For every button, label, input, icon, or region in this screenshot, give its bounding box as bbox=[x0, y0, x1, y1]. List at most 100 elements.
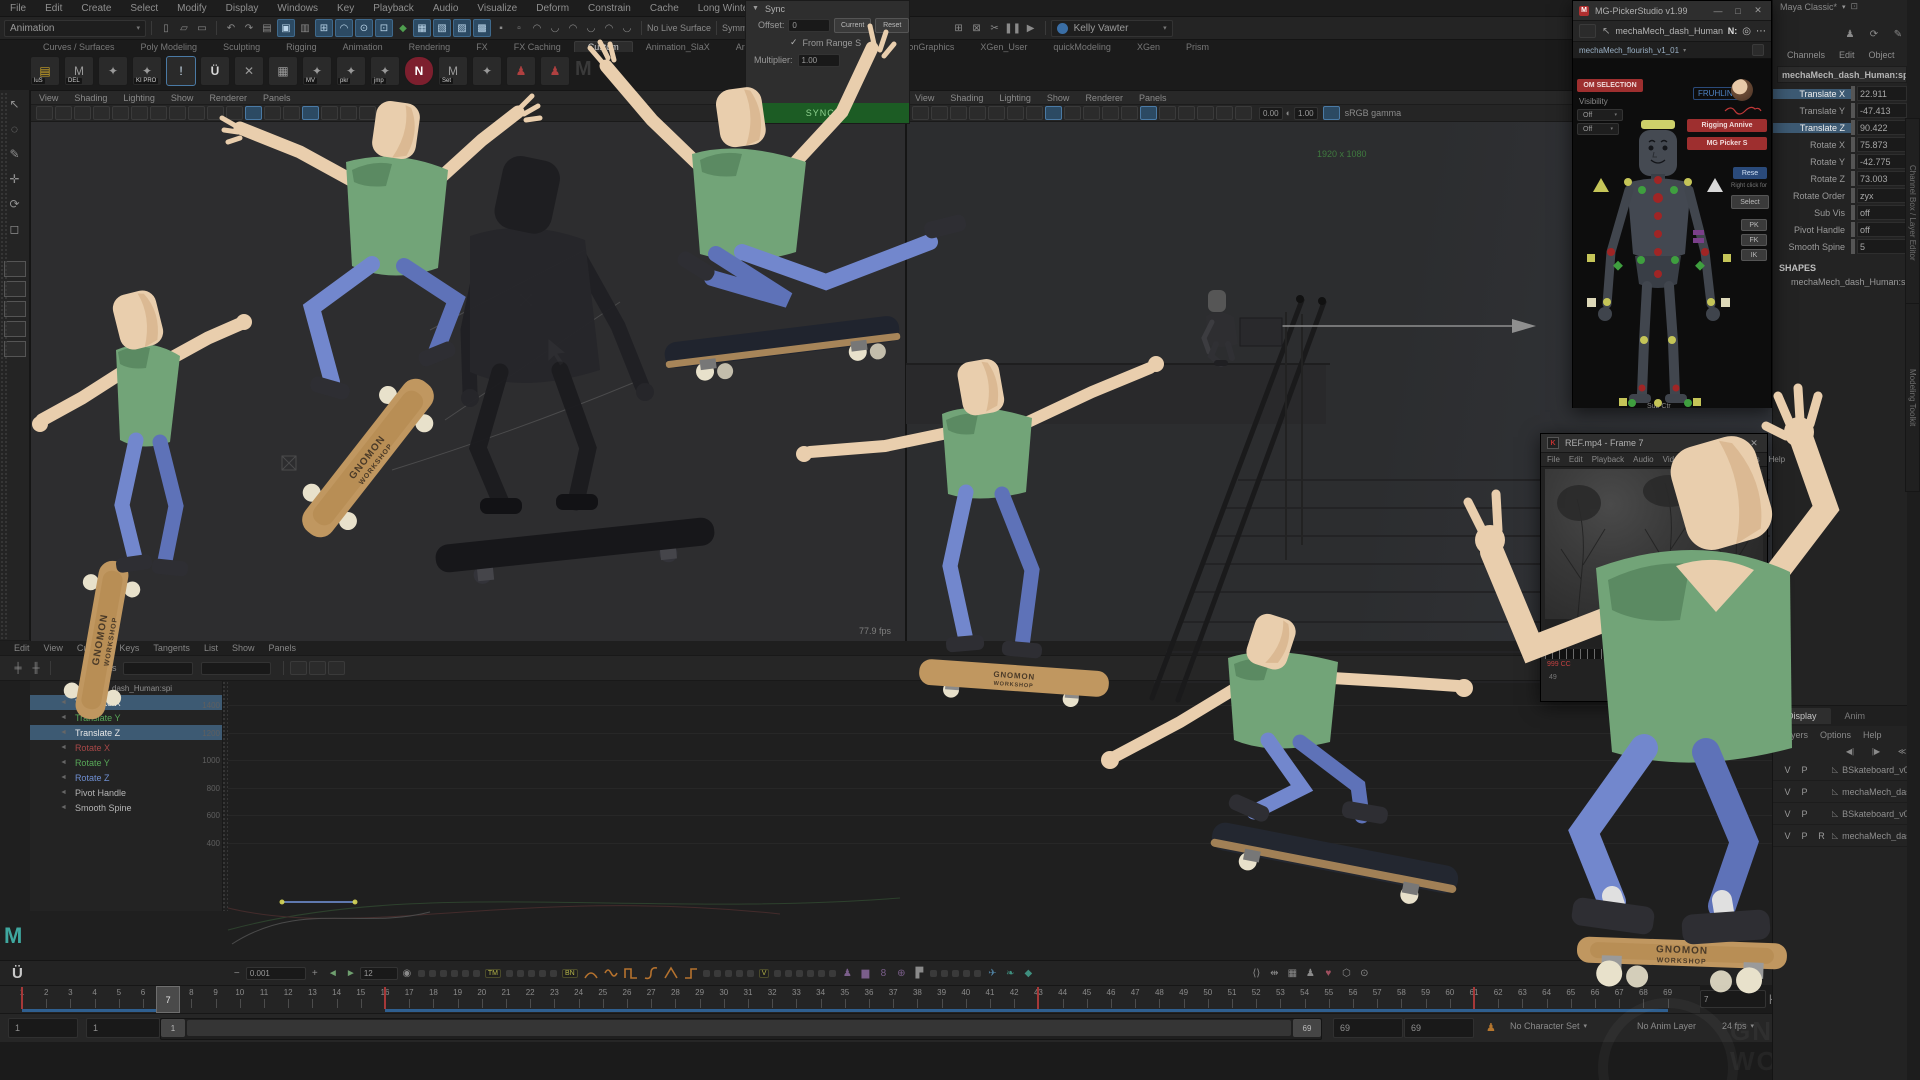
menu-item[interactable]: Create bbox=[81, 3, 111, 14]
shelf-button[interactable]: ▤ luS bbox=[30, 56, 60, 86]
animbot-icon[interactable] bbox=[418, 970, 425, 977]
channel-box-menu-item[interactable]: Channels bbox=[1787, 50, 1825, 60]
pdplayer-menu-item[interactable]: Bookmarks bbox=[1692, 455, 1732, 464]
shelf-tab[interactable]: Poly Modeling bbox=[128, 42, 211, 52]
channel-row[interactable]: Rotate Z 73.003 bbox=[1773, 170, 1907, 187]
graph-editor-menu-item[interactable]: List bbox=[204, 643, 218, 653]
range-start-handle[interactable]: 1 bbox=[161, 1019, 185, 1037]
isolate-icon[interactable]: ⊠ bbox=[969, 20, 985, 36]
shelf-button[interactable]: ✦ bbox=[472, 56, 502, 86]
status-icon[interactable]: ▤ bbox=[259, 20, 275, 36]
shelf-button[interactable]: ♟ bbox=[506, 56, 536, 86]
viewport-persp[interactable]: ViewShadingLightingShowRendererPanels 77… bbox=[30, 90, 906, 643]
animbot-icon[interactable] bbox=[747, 970, 754, 977]
layer-playback-toggle[interactable]: P bbox=[1798, 787, 1811, 797]
status-icon[interactable]: ↶ bbox=[223, 20, 239, 36]
reorder-icon[interactable]: ⟳ bbox=[1866, 26, 1882, 42]
picker-more-icon[interactable]: ⋯ bbox=[1756, 26, 1766, 37]
animbot-icon[interactable] bbox=[963, 970, 970, 977]
center-view-icon[interactable] bbox=[328, 661, 345, 675]
channel-value-field[interactable]: zyx bbox=[1857, 188, 1907, 203]
shelf-button[interactable]: ✦ MV bbox=[302, 56, 332, 86]
viewport-tool-icon[interactable] bbox=[950, 106, 967, 120]
viewport-menu-item[interactable]: View bbox=[915, 93, 934, 103]
viewport-tool-icon[interactable] bbox=[283, 106, 300, 120]
offset-field[interactable]: 0 bbox=[788, 19, 830, 32]
shelf-button[interactable]: ✦ KI PRO bbox=[132, 56, 162, 86]
graph-editor-menu-item[interactable]: Curves bbox=[77, 643, 106, 653]
shelf-tab[interactable]: Rendering bbox=[396, 42, 464, 52]
status-icon[interactable]: ⊞ bbox=[315, 19, 333, 37]
status-icon[interactable]: ◠ bbox=[565, 20, 581, 36]
animbot-icon[interactable] bbox=[539, 970, 546, 977]
channel-row[interactable]: Translate Z 90.422 bbox=[1773, 119, 1907, 136]
shelf-button[interactable]: ✦ pkr bbox=[336, 56, 366, 86]
viewport-menu-item[interactable]: Renderer bbox=[209, 93, 247, 103]
viewport-tool-icon[interactable] bbox=[988, 106, 1005, 120]
animbot-icon[interactable] bbox=[807, 970, 814, 977]
play-icon[interactable]: ▶ bbox=[1023, 20, 1039, 36]
layer-playback-toggle[interactable]: P bbox=[1798, 809, 1811, 819]
pdplayer-titlebar[interactable]: K REF.mp4 - Frame 7 — □ ✕ bbox=[1541, 434, 1767, 453]
tab-anim[interactable]: Anim bbox=[1831, 708, 1880, 724]
viewport-tool-icon[interactable] bbox=[321, 106, 338, 120]
status-icon[interactable]: ↷ bbox=[241, 20, 257, 36]
shelf-button[interactable]: ▦ bbox=[268, 56, 298, 86]
status-icon[interactable]: ◡ bbox=[547, 20, 563, 36]
from-range-checkbox[interactable]: ✓ bbox=[790, 37, 798, 48]
shelf-button[interactable]: N bbox=[404, 56, 434, 86]
close-icon[interactable]: ✕ bbox=[1747, 438, 1761, 449]
synced-status-button[interactable]: SYNCED bbox=[746, 103, 909, 123]
reference-video[interactable] bbox=[1545, 469, 1763, 647]
keyframe-tick[interactable] bbox=[1037, 987, 1039, 1009]
viewport-menu-item[interactable]: Lighting bbox=[999, 93, 1031, 103]
status-icon[interactable]: ▥ bbox=[297, 20, 313, 36]
picker-tab-options-icon[interactable] bbox=[1752, 44, 1764, 56]
layer-menu-item[interactable]: Help bbox=[1863, 730, 1882, 740]
status-icon[interactable]: ▣ bbox=[277, 19, 295, 37]
pdplayer-menu-item[interactable]: Playback bbox=[1592, 455, 1624, 464]
menu-item[interactable]: Constrain bbox=[588, 3, 631, 14]
tab-display[interactable]: Display bbox=[1773, 708, 1831, 724]
status-icon[interactable]: ◆ bbox=[395, 20, 411, 36]
viewport-tool-icon[interactable] bbox=[188, 106, 205, 120]
insert-key-icon[interactable]: ╫ bbox=[28, 660, 44, 676]
channel-row[interactable]: Pivot Handle off bbox=[1773, 221, 1907, 238]
teal-diamond-icon[interactable]: ◆ bbox=[1020, 965, 1036, 981]
viewport-tool-icon[interactable] bbox=[264, 106, 281, 120]
status-icon[interactable]: ▩ bbox=[473, 19, 491, 37]
power-icon[interactable]: ◉ bbox=[399, 965, 415, 981]
animbot-icon[interactable] bbox=[462, 970, 469, 977]
menu-item[interactable]: Long Winter bbox=[698, 3, 752, 14]
channel-value-field[interactable]: 5 bbox=[1857, 239, 1907, 254]
layer-menu-item[interactable]: Layers bbox=[1781, 730, 1808, 740]
channel-row[interactable]: Rotate X 75.873 bbox=[1773, 136, 1907, 153]
viewport-tool-icon[interactable] bbox=[969, 106, 986, 120]
animbot-icon[interactable] bbox=[506, 970, 513, 977]
lock-workspace-icon[interactable]: ⊡ bbox=[1851, 1, 1859, 12]
picker-character-dropdown[interactable]: mechaMech_dash_Human bbox=[1615, 26, 1722, 36]
status-icon[interactable]: ◡ bbox=[583, 20, 599, 36]
viewport-tool-icon[interactable] bbox=[207, 106, 224, 120]
shelf-tab[interactable]: FX Caching bbox=[501, 42, 574, 52]
tangent-preset-icon[interactable] bbox=[663, 966, 679, 980]
move-layer-up-icon[interactable]: ◀| bbox=[1842, 743, 1858, 759]
shelf-tab[interactable]: XGen bbox=[1124, 42, 1173, 52]
namespace-icon[interactable]: N: bbox=[1728, 26, 1738, 36]
shelf-button[interactable]: M Set bbox=[438, 56, 468, 86]
menu-item[interactable]: Edit bbox=[45, 3, 62, 14]
move-layer-down-icon[interactable]: |▶ bbox=[1868, 743, 1884, 759]
grid-toggle-icon[interactable]: ⊞ bbox=[951, 20, 967, 36]
viewport-tool-icon[interactable] bbox=[1007, 106, 1024, 120]
viewport-tool-icon[interactable] bbox=[1045, 106, 1062, 120]
search-tool-icon[interactable]: ⊙ bbox=[1356, 965, 1372, 981]
graph-editor-menu-item[interactable]: Panels bbox=[268, 643, 296, 653]
channel-value-field[interactable]: 90.422 bbox=[1857, 120, 1907, 135]
current-frame-indicator[interactable]: 7 bbox=[156, 986, 180, 1013]
color-managed-icon[interactable] bbox=[1323, 106, 1340, 120]
viewport-menu-item[interactable]: Panels bbox=[1139, 93, 1167, 103]
viewport-tool-icon[interactable] bbox=[1121, 106, 1138, 120]
viewport-tool-icon[interactable] bbox=[340, 106, 357, 120]
layer-visibility-toggle[interactable]: V bbox=[1781, 809, 1794, 819]
ghosting-icon[interactable]: ⊕ bbox=[893, 965, 909, 981]
